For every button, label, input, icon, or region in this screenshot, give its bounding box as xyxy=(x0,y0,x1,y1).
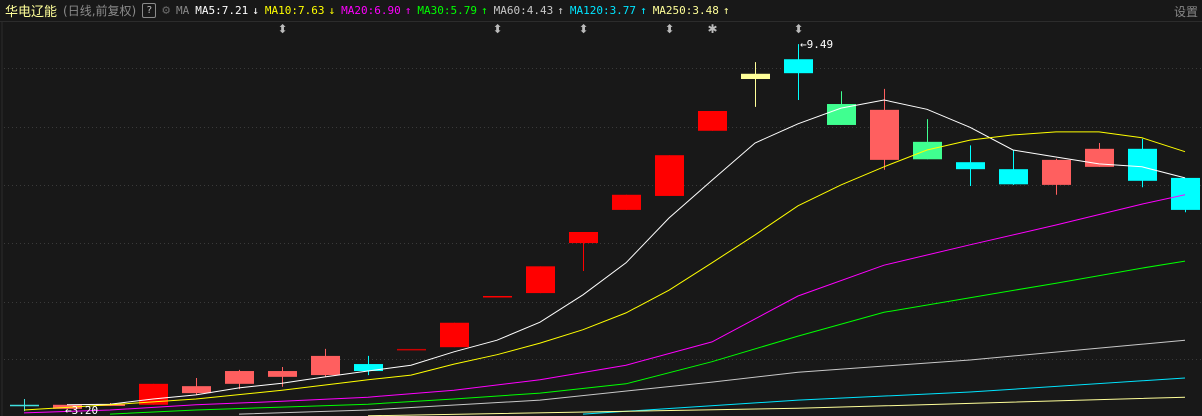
candle[interactable] xyxy=(1042,158,1071,195)
candle[interactable] xyxy=(999,149,1028,185)
candlestick-chart[interactable]: ⬍ ⬍ ⬍ ⬍ ✱ ⬍ ←9.49 ←3.20 xyxy=(0,0,1202,416)
candle[interactable] xyxy=(741,62,770,107)
high-price-label: ←9.49 xyxy=(800,38,833,51)
candle[interactable] xyxy=(698,111,727,131)
candle[interactable] xyxy=(225,369,254,390)
candle[interactable] xyxy=(440,322,469,348)
candle[interactable] xyxy=(311,348,340,377)
candle-body xyxy=(913,141,942,160)
candle[interactable] xyxy=(526,266,555,294)
candle-body xyxy=(698,111,727,131)
candle[interactable] xyxy=(397,348,426,351)
candle-body xyxy=(655,155,684,196)
candle-body xyxy=(225,371,254,384)
candle-body xyxy=(526,266,555,294)
star-event-icon[interactable]: ✱ xyxy=(707,22,717,36)
candle-body xyxy=(956,162,985,170)
ma-line-ma250 xyxy=(367,396,1186,416)
candle-body xyxy=(999,169,1028,185)
candle[interactable] xyxy=(612,194,641,210)
updown-event-icon[interactable]: ⬍ xyxy=(492,22,502,36)
candle-body xyxy=(1171,177,1200,210)
candle[interactable] xyxy=(182,378,211,395)
candle-body xyxy=(612,194,641,210)
candle[interactable] xyxy=(1128,138,1157,188)
candle-body xyxy=(827,104,856,125)
updown-event-icon[interactable]: ⬍ xyxy=(277,22,287,36)
candle[interactable] xyxy=(569,232,598,271)
candle-body xyxy=(569,232,598,244)
candle-body xyxy=(268,371,297,377)
ma-line-ma5 xyxy=(66,99,1186,406)
low-price-label: ←3.20 xyxy=(65,404,98,416)
updown-event-icon[interactable]: ⬍ xyxy=(578,22,588,36)
candle-body xyxy=(870,109,899,160)
updown-event-icon[interactable]: ⬍ xyxy=(664,22,674,36)
candle-body xyxy=(440,322,469,348)
candle-body xyxy=(311,355,340,376)
ma-line-ma120 xyxy=(582,377,1186,415)
candle[interactable] xyxy=(870,88,899,170)
candle[interactable] xyxy=(1085,142,1114,167)
candle-body xyxy=(1042,159,1071,185)
candle-body xyxy=(483,295,512,298)
candle[interactable] xyxy=(784,44,813,100)
candle-body xyxy=(182,386,211,394)
candle-body xyxy=(741,73,770,80)
ma-line-ma20 xyxy=(23,194,1186,414)
candle[interactable] xyxy=(483,295,512,298)
candle-body xyxy=(784,59,813,74)
candle-body xyxy=(1128,148,1157,181)
updown-event-icon[interactable]: ⬍ xyxy=(793,22,803,36)
candle-body xyxy=(10,404,39,407)
candle[interactable] xyxy=(956,145,985,187)
candle-body xyxy=(397,348,426,351)
candle[interactable] xyxy=(655,155,684,196)
candle[interactable] xyxy=(1171,177,1200,213)
